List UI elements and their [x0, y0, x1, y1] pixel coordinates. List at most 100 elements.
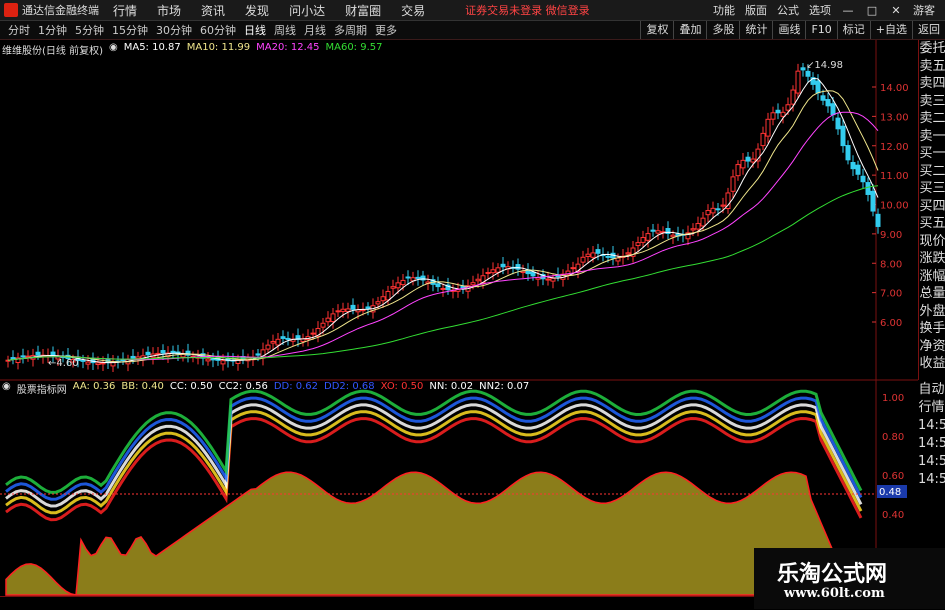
tab-period-weekly[interactable]: 周线 — [274, 22, 296, 38]
candle-body — [515, 264, 521, 270]
candle-body — [270, 341, 276, 344]
menu-wealth[interactable]: 财富圈 — [345, 2, 381, 19]
candle-body — [465, 285, 471, 292]
side2-auto[interactable]: 自动 — [918, 381, 945, 399]
back-button[interactable]: 返回 — [912, 21, 945, 39]
candle-body — [435, 283, 441, 288]
candle-body — [670, 234, 676, 238]
xo-legend: XO: 0.50 — [380, 381, 424, 392]
side-item-ask5: 卖五 — [919, 58, 945, 74]
toolbar-right: 复权 叠加 多股 统计 画线 F10 标记 +自选 返回 — [640, 21, 945, 39]
price-axis-label: 11.00 — [880, 171, 909, 182]
close-icon[interactable]: ✕ — [889, 4, 903, 17]
candle-body — [190, 355, 196, 358]
candle-body — [525, 269, 531, 275]
candle-body — [85, 361, 91, 365]
menu-options[interactable]: 选项 — [809, 2, 831, 18]
candle-body — [245, 357, 251, 362]
tab-period-60min[interactable]: 60分钟 — [200, 22, 236, 38]
stats-button[interactable]: 统计 — [739, 21, 772, 39]
candle-body — [375, 301, 381, 305]
tab-period-intraday[interactable]: 分时 — [8, 22, 30, 38]
side-item-entrust[interactable]: 委托 — [919, 40, 945, 58]
candle-body — [280, 336, 286, 339]
draw-button[interactable]: 画线 — [772, 21, 805, 39]
candle-body — [530, 271, 536, 277]
menu-right: 功能 版面 公式 选项 — □ ✕ 游客 — [713, 0, 945, 20]
candle-body — [790, 89, 796, 105]
menu-function[interactable]: 功能 — [713, 2, 735, 18]
candle-body — [250, 356, 256, 361]
adjust-button[interactable]: 复权 — [640, 21, 673, 39]
menu-trade[interactable]: 交易 — [401, 2, 425, 19]
candle-body — [820, 95, 826, 101]
candle-body — [80, 359, 86, 362]
menu-formula[interactable]: 公式 — [777, 2, 799, 18]
overlay-button[interactable]: 叠加 — [673, 21, 706, 39]
indicator-ribbon — [5, 396, 863, 501]
menu-market[interactable]: 市场 — [157, 2, 181, 19]
add-watchlist-button[interactable]: +自选 — [869, 21, 912, 39]
menu-bar: 通达信金融终端 行情 市场 资讯 发现 问小达 财富圈 交易 证券交易未登录 微… — [0, 0, 945, 21]
multi-stock-button[interactable]: 多股 — [706, 21, 739, 39]
side-item-volume: 总量 — [919, 286, 945, 301]
menu-ask[interactable]: 问小达 — [289, 2, 325, 19]
chart-area[interactable]: 14.00 13.00 12.00 11.00 10.00 9.00 8.00 7.00 6.0… — [0, 0, 945, 609]
menu-news[interactable]: 资讯 — [201, 2, 225, 19]
indicator-settings-icon[interactable]: ◉ — [2, 381, 11, 395]
f10-button[interactable]: F10 — [805, 21, 836, 39]
app-title: 通达信金融终端 — [22, 4, 99, 17]
menu-layout[interactable]: 版面 — [745, 2, 767, 18]
tab-period-30min[interactable]: 30分钟 — [156, 22, 192, 38]
guest-label[interactable]: 游客 — [913, 2, 935, 18]
candle-body — [585, 253, 591, 257]
side-item-bid5: 买五 — [919, 216, 945, 231]
quote-side-panel: 委托 卖五 卖四 卖三 卖二 卖一 买一 买二 买三 买四 买五 现价 涨跌 涨… — [918, 40, 945, 380]
legend-settings-icon[interactable]: ◉ — [109, 42, 118, 56]
candle-body — [400, 279, 406, 286]
side-item-earnings: 收益 — [919, 356, 945, 371]
candle-body — [580, 256, 586, 263]
login-notice[interactable]: 证券交易未登录 微信登录 — [465, 2, 590, 18]
candle-body — [615, 257, 621, 262]
candle-body — [620, 255, 626, 258]
candle-body — [760, 132, 766, 147]
candle-body — [275, 338, 281, 346]
candle-body — [565, 270, 571, 275]
menu-quotes[interactable]: 行情 — [113, 2, 137, 19]
minimize-icon[interactable]: — — [841, 4, 855, 17]
candle-body — [665, 228, 671, 234]
indicator-name[interactable]: 股票指标网 — [17, 381, 67, 396]
candle-body — [720, 204, 726, 207]
side2-quotes[interactable]: 行情 — [918, 399, 945, 417]
tab-period-multi[interactable]: 多周期 — [334, 22, 367, 38]
tab-period-more[interactable]: 更多 — [375, 22, 397, 38]
candle-body — [175, 351, 181, 355]
candle-body — [710, 207, 716, 214]
side-item-ask3: 卖三 — [919, 93, 945, 109]
candle-body — [255, 353, 261, 356]
side-item-outer: 外盘 — [919, 303, 945, 319]
candle-body — [695, 223, 701, 230]
menu-discover[interactable]: 发现 — [245, 2, 269, 19]
mark-button[interactable]: 标记 — [836, 21, 870, 39]
main-legend: 维维股份(日线 前复权) ◉ MA5: 10.87 MA10: 11.99 MA… — [2, 42, 389, 57]
maximize-icon[interactable]: □ — [865, 4, 879, 17]
stock-name[interactable]: 维维股份(日线 前复权) — [2, 42, 103, 57]
period-toolbar: 分时 1分钟 5分钟 15分钟 30分钟 60分钟 日线 周线 月线 多周期 更… — [0, 21, 945, 40]
tab-period-daily[interactable]: 日线 — [244, 22, 266, 38]
tab-period-monthly[interactable]: 月线 — [304, 22, 326, 38]
side-item-ask1: 卖一 — [919, 128, 945, 144]
candle-body — [520, 270, 526, 274]
price-axis-label: 9.00 — [880, 230, 902, 241]
candle-body — [805, 70, 811, 77]
candle-body — [460, 285, 466, 289]
tab-period-1min[interactable]: 1分钟 — [38, 22, 67, 38]
candle-body — [340, 308, 346, 312]
tab-period-5min[interactable]: 5分钟 — [75, 22, 104, 38]
indicator-ribbon — [5, 403, 863, 508]
candle-body — [140, 355, 146, 360]
candle-body — [575, 263, 581, 272]
candle-body — [200, 353, 206, 359]
tab-period-15min[interactable]: 15分钟 — [112, 22, 148, 38]
